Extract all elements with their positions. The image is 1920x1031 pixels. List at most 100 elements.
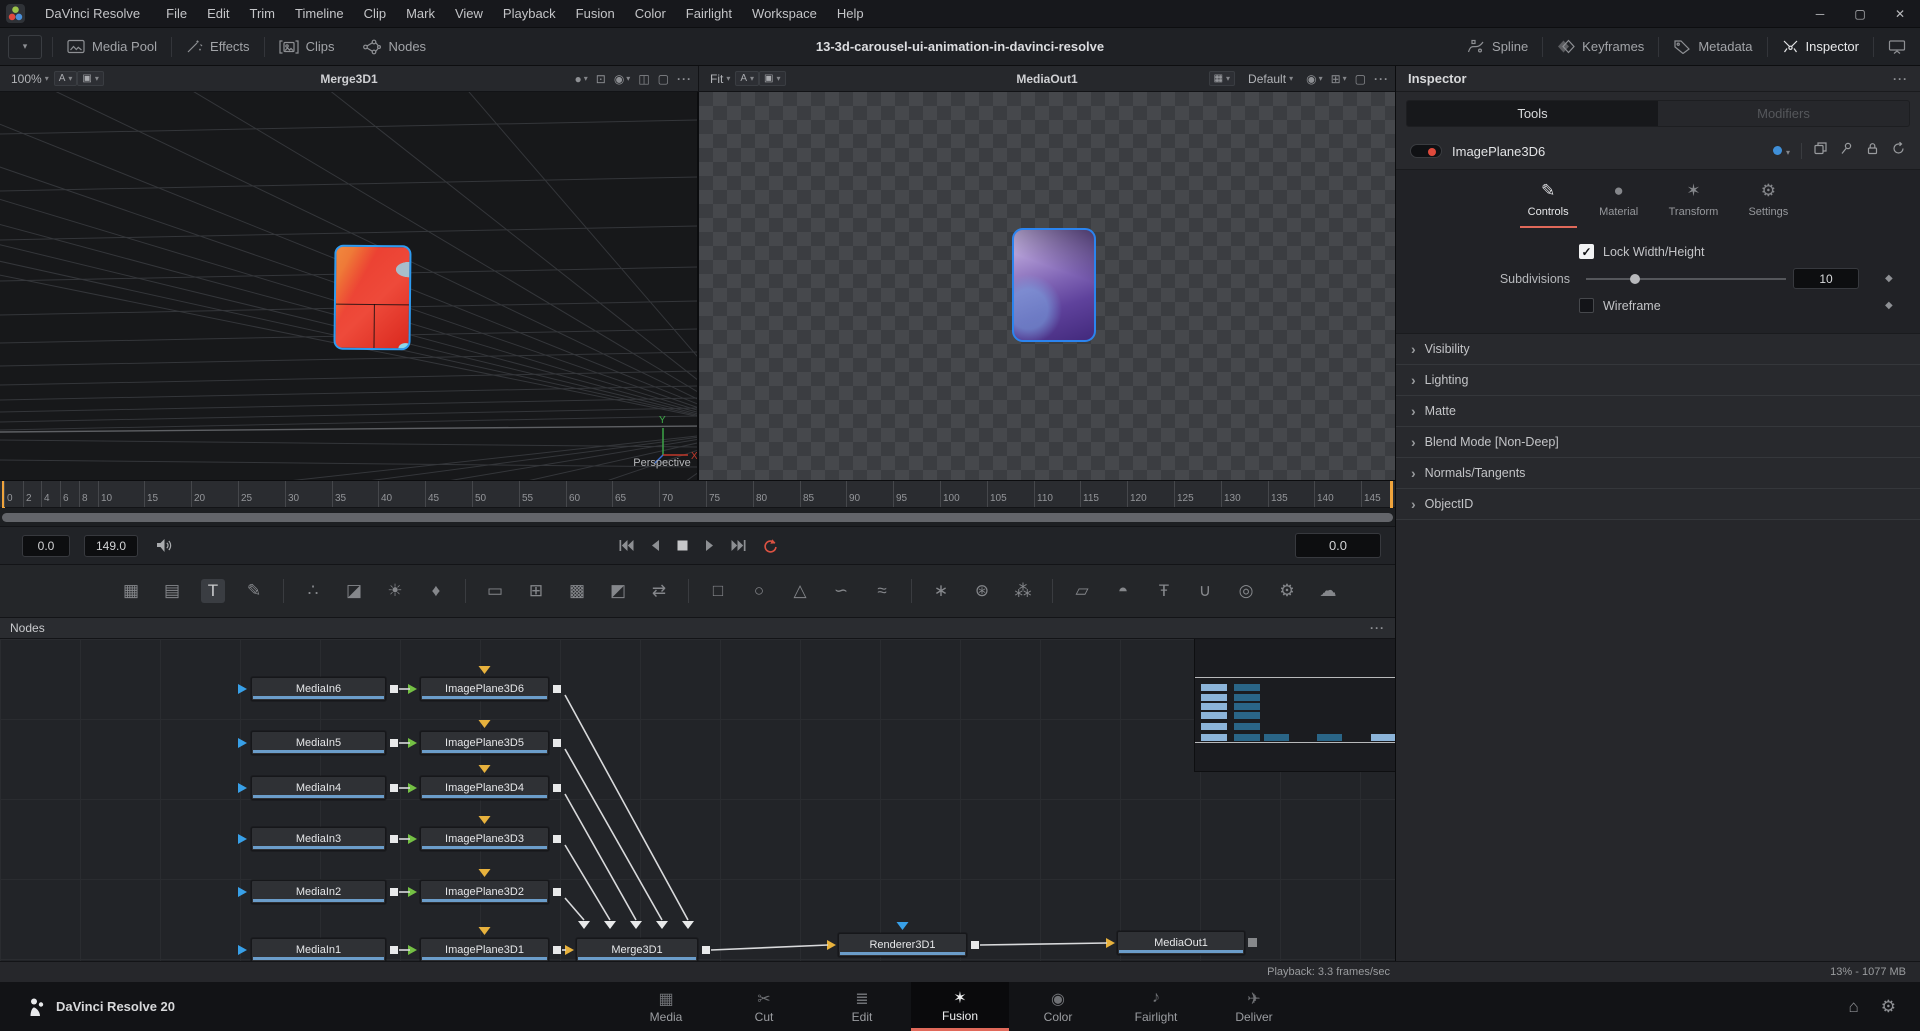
node-enable-toggle[interactable]: [1410, 144, 1442, 158]
particle-render-tool-icon[interactable]: ⁂: [1011, 579, 1035, 603]
effects-button[interactable]: Effects: [172, 28, 264, 65]
timeline-ruler[interactable]: 0246810152025303540455055606570758085909…: [0, 481, 1395, 508]
left-viewer-split-button[interactable]: ◫: [638, 72, 649, 86]
page-tab-media[interactable]: ▦Media: [617, 982, 715, 1031]
range-end-input[interactable]: 149.0: [84, 535, 138, 557]
node-MediaIn5[interactable]: MediaIn5: [251, 731, 386, 755]
page-tab-edit[interactable]: ≣Edit: [813, 982, 911, 1031]
subtab-transform[interactable]: ✶Transform: [1661, 178, 1727, 228]
resize-tool-icon[interactable]: ⇄: [647, 579, 671, 603]
menu-help[interactable]: Help: [827, 2, 874, 25]
page-tab-color[interactable]: ◉Color: [1009, 982, 1107, 1031]
fast-noise-tool-icon[interactable]: ∴: [301, 579, 325, 603]
subtab-material[interactable]: ●Material: [1591, 178, 1647, 228]
section-normals-tangents[interactable]: ›Normals/Tangents: [1396, 458, 1920, 489]
media-tool-icon[interactable]: ▤: [160, 579, 184, 603]
image-plane-3d-tool-icon[interactable]: ▱: [1070, 579, 1094, 603]
inspector-tab-modifiers[interactable]: Modifiers: [1658, 101, 1909, 126]
wireframe-checkbox[interactable]: [1579, 298, 1594, 313]
node-ImagePlane3D4[interactable]: ImagePlane3D4: [420, 776, 549, 800]
right-viewer-2d[interactable]: [699, 92, 1395, 480]
lock-icon[interactable]: [1865, 141, 1880, 161]
wireframe-keyframe-icon[interactable]: ◆: [1885, 300, 1893, 311]
camera-3d-tool-icon[interactable]: ◎: [1234, 579, 1258, 603]
ellipse-mask-tool-icon[interactable]: ○: [747, 579, 771, 603]
nodes-panel-options-menu[interactable]: ···: [1370, 621, 1385, 635]
reset-icon[interactable]: [1891, 141, 1906, 161]
clips-button[interactable]: Clips: [265, 28, 349, 65]
brightness-contrast-tool-icon[interactable]: ☀: [383, 579, 407, 603]
menu-mark[interactable]: Mark: [396, 2, 445, 25]
text-plus-tool-icon[interactable]: T: [201, 579, 225, 603]
nodes-button[interactable]: Nodes: [348, 28, 440, 65]
menu-trim[interactable]: Trim: [240, 2, 286, 25]
menu-workspace[interactable]: Workspace: [742, 2, 827, 25]
section-lighting[interactable]: ›Lighting: [1396, 365, 1920, 396]
spot-light-tool-icon[interactable]: ⚙: [1275, 579, 1299, 603]
menu-playback[interactable]: Playback: [493, 2, 566, 25]
left-viewer-layout-button[interactable]: ▢: [658, 72, 669, 86]
keyframes-button[interactable]: Keyframes: [1543, 28, 1658, 65]
page-tab-fusion[interactable]: ✶Fusion: [911, 982, 1009, 1031]
particle-emitter-tool-icon[interactable]: ∗: [929, 579, 953, 603]
node-ImagePlane3D1[interactable]: ImagePlane3D1: [420, 938, 549, 961]
menu-timeline[interactable]: Timeline: [285, 2, 354, 25]
dual-screen-button[interactable]: [1874, 28, 1920, 65]
inspector-tab-tools[interactable]: Tools: [1407, 101, 1658, 126]
right-viewer-lut-select[interactable]: Default▾: [1243, 70, 1298, 88]
range-end-marker[interactable]: [1390, 481, 1393, 508]
right-viewer-channel-dropdown[interactable]: A▾: [735, 71, 759, 86]
right-viewer-buffer-dropdown[interactable]: ▣▾: [759, 71, 785, 86]
versions-icon[interactable]: [1813, 141, 1828, 161]
left-viewer-roi-button[interactable]: ⊡: [596, 72, 606, 86]
polygon-mask-tool-icon[interactable]: △: [788, 579, 812, 603]
node-MediaIn1[interactable]: MediaIn1: [251, 938, 386, 961]
merge-3d-tool-icon[interactable]: ∪: [1193, 579, 1217, 603]
menu-clip[interactable]: Clip: [354, 2, 396, 25]
left-viewer-channel-dropdown[interactable]: A▾: [54, 71, 78, 86]
node-MediaOut1[interactable]: MediaOut1: [1117, 931, 1245, 955]
hue-curves-tool-icon[interactable]: ♦: [424, 579, 448, 603]
interface-toggle-button[interactable]: ▾: [8, 35, 42, 59]
menu-fusion[interactable]: Fusion: [566, 2, 625, 25]
text-3d-tool-icon[interactable]: Ŧ: [1152, 579, 1176, 603]
step-forward-button[interactable]: [704, 539, 716, 552]
section-matte[interactable]: ›Matte: [1396, 396, 1920, 427]
channel-booleans-tool-icon[interactable]: ◩: [606, 579, 630, 603]
right-viewer-color-dropdown[interactable]: ◉▾: [1306, 72, 1323, 86]
left-viewer-3d[interactable]: Y X Perspective: [0, 92, 699, 480]
pin-icon[interactable]: [1839, 141, 1854, 161]
renderer-3d-tool-icon[interactable]: ☁: [1316, 579, 1340, 603]
menu-edit[interactable]: Edit: [197, 2, 239, 25]
right-viewer-view-dropdown[interactable]: ▦▾: [1209, 71, 1235, 86]
node-Merge3D1[interactable]: Merge3D1: [576, 938, 698, 961]
node-ImagePlane3D2[interactable]: ImagePlane3D2: [420, 880, 549, 904]
node-graph[interactable]: MediaIn6ImagePlane3D6MediaIn5ImagePlane3…: [0, 639, 1395, 961]
right-viewer-grid-dropdown[interactable]: ⊞▾: [1331, 72, 1347, 86]
node-MediaIn4[interactable]: MediaIn4: [251, 776, 386, 800]
left-viewer-options-menu[interactable]: ···: [677, 72, 692, 86]
node-MediaIn6[interactable]: MediaIn6: [251, 677, 386, 701]
menu-color[interactable]: Color: [625, 2, 676, 25]
right-viewer-layout-button[interactable]: ▢: [1355, 72, 1366, 86]
audio-mute-button[interactable]: [156, 538, 173, 553]
current-frame-display[interactable]: 0.0: [1295, 533, 1381, 558]
close-button[interactable]: ✕: [1880, 0, 1920, 28]
particle-images-tool-icon[interactable]: ⊛: [970, 579, 994, 603]
spline-button[interactable]: Spline: [1453, 28, 1542, 65]
go-to-end-button[interactable]: [731, 539, 747, 552]
page-tab-deliver[interactable]: ✈Deliver: [1205, 982, 1303, 1031]
paint-tool-icon[interactable]: ✎: [242, 579, 266, 603]
step-back-button[interactable]: [649, 539, 661, 552]
subdivisions-keyframe-icon[interactable]: ◆: [1885, 273, 1893, 284]
transform-tool-icon[interactable]: ▭: [483, 579, 507, 603]
inspector-options-menu[interactable]: ···: [1893, 72, 1908, 86]
node-graph-minimap[interactable]: [1194, 639, 1395, 772]
merge-tool-icon[interactable]: ⊞: [524, 579, 548, 603]
node-ImagePlane3D3[interactable]: ImagePlane3D3: [420, 827, 549, 851]
view-mode-label[interactable]: Perspective: [624, 457, 699, 469]
node-color-dropdown[interactable]: ▾: [1773, 142, 1790, 160]
subdivisions-value-input[interactable]: 10: [1793, 268, 1859, 289]
node-ImagePlane3D5[interactable]: ImagePlane3D5: [420, 731, 549, 755]
stop-button[interactable]: [676, 539, 689, 552]
